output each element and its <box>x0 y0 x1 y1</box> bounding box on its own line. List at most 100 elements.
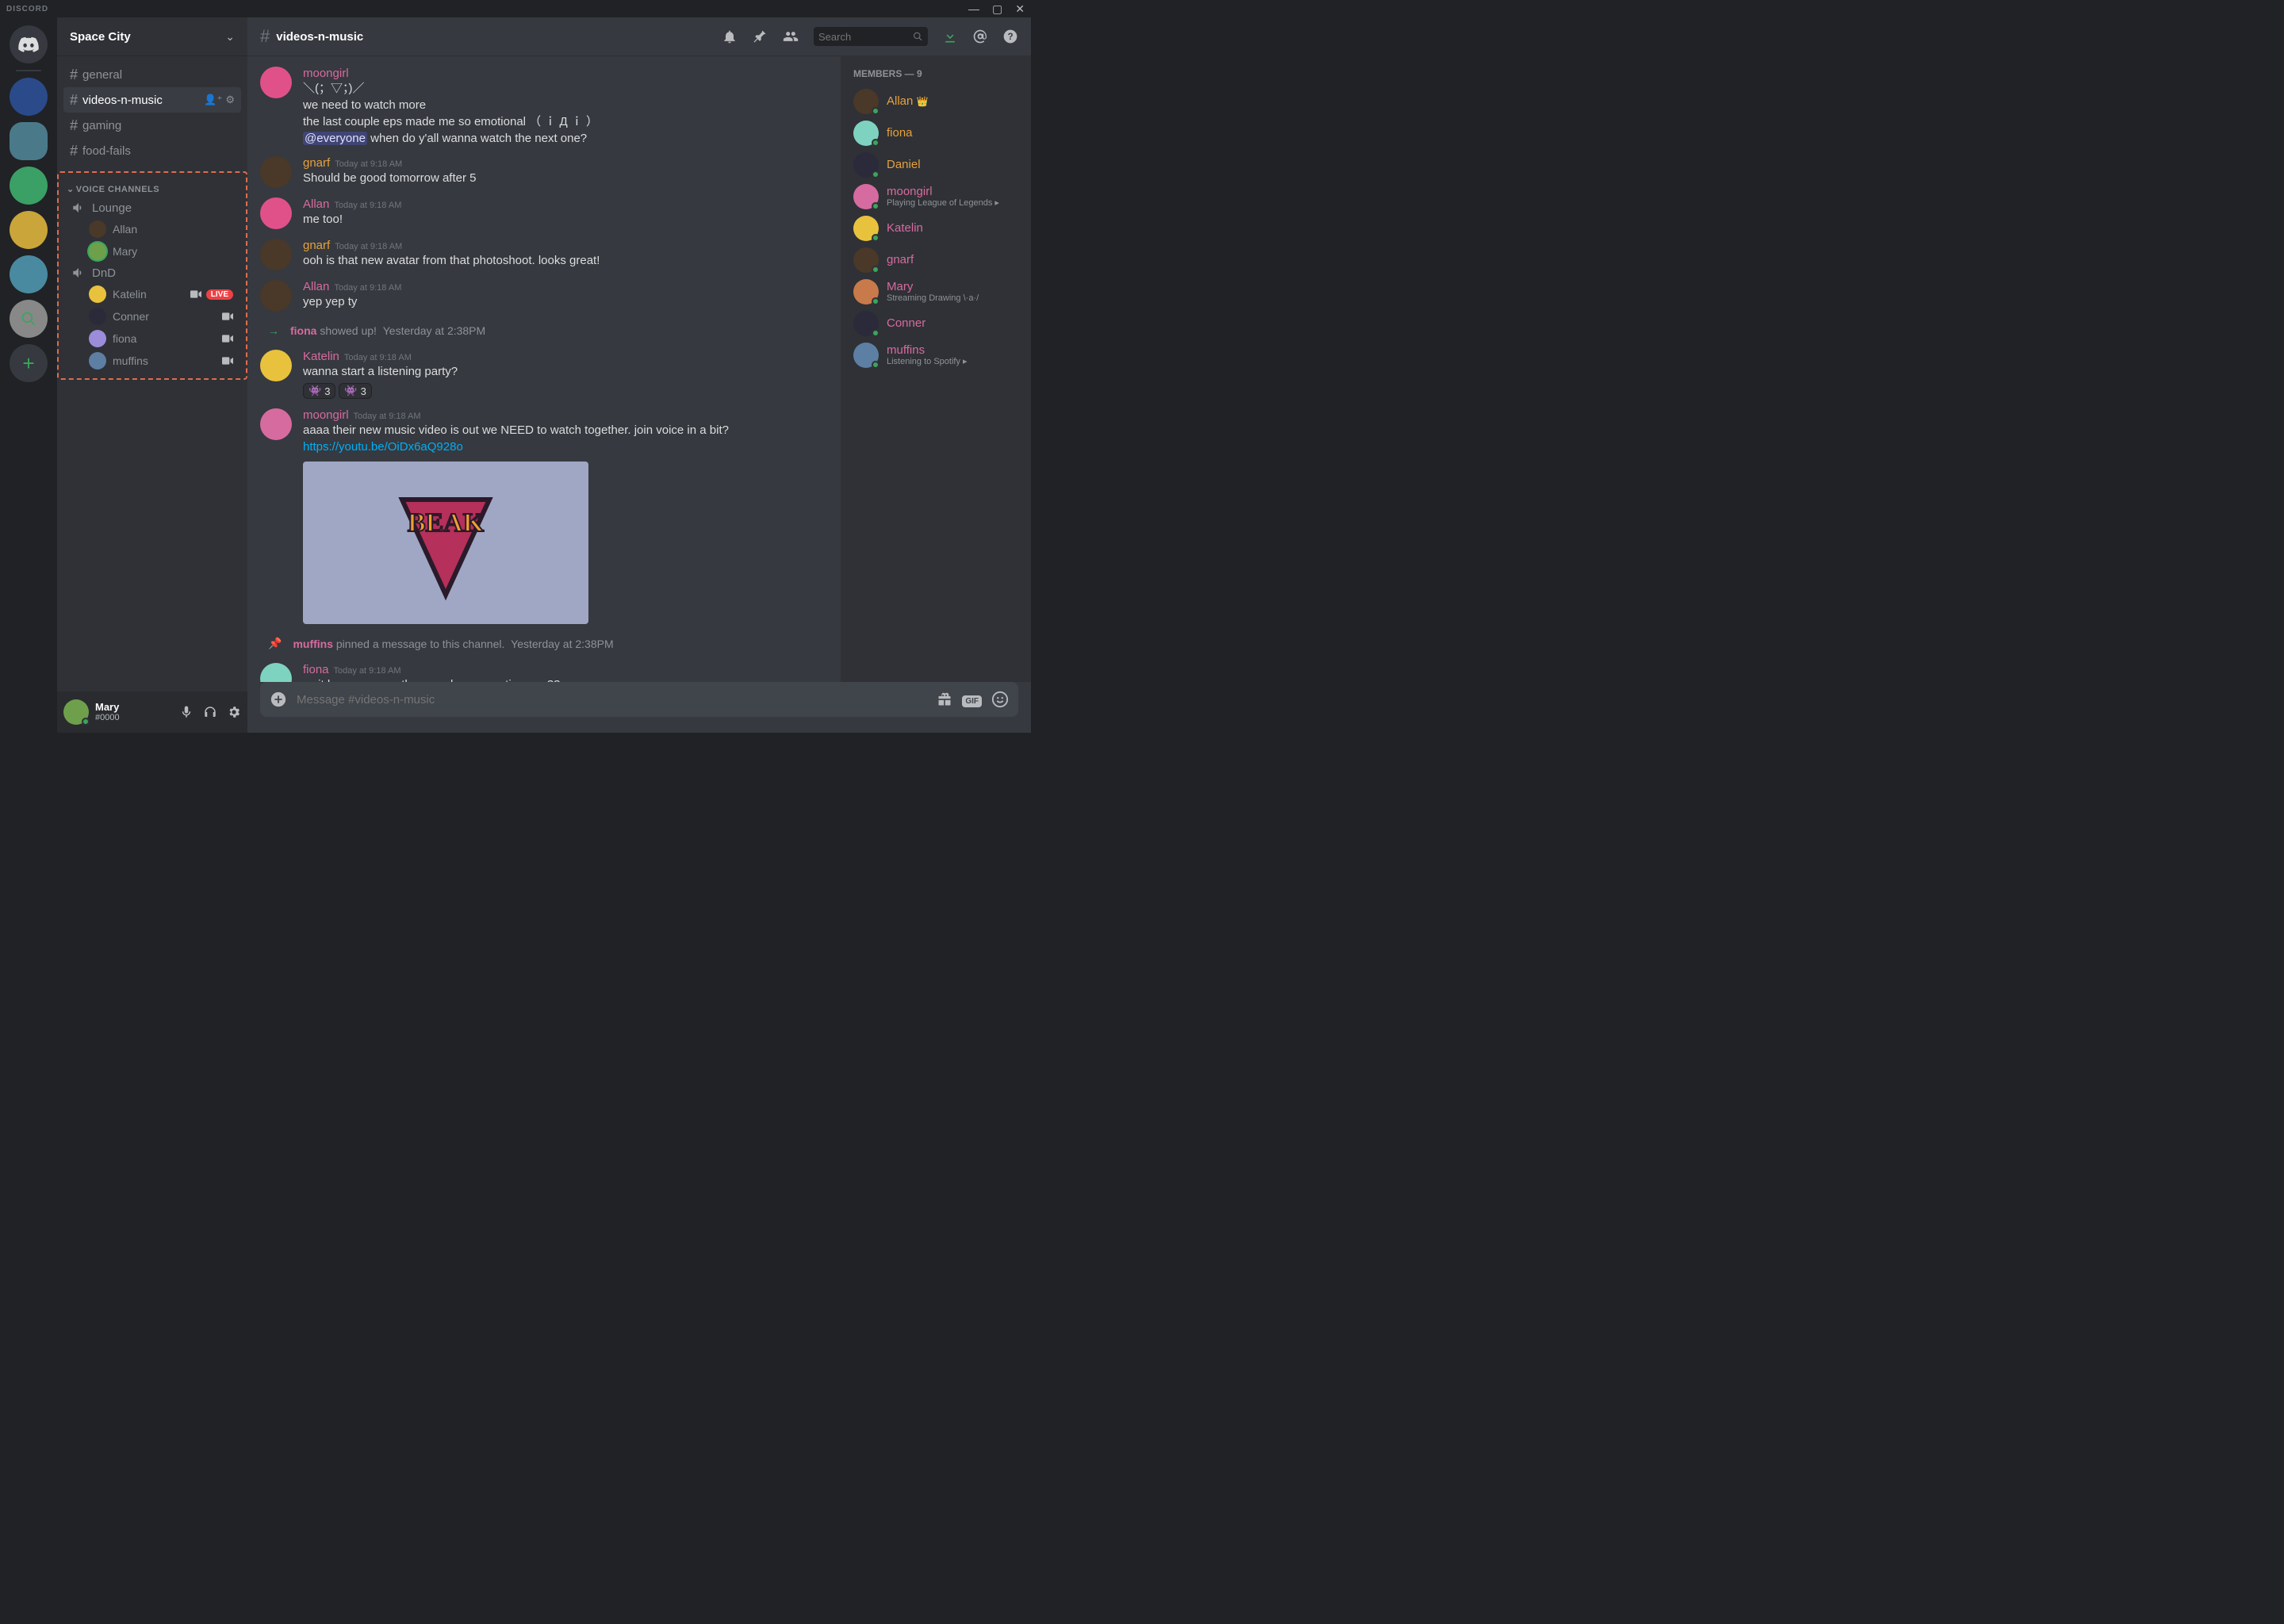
gift-button[interactable] <box>937 691 952 707</box>
voice-user[interactable]: fiona <box>65 327 240 350</box>
server-icon[interactable] <box>10 122 48 160</box>
member-row[interactable]: Katelin <box>847 213 1025 244</box>
member-row[interactable]: Allan 👑 <box>847 86 1025 117</box>
channel-sidebar: Space City ⌄ #general#videos-n-music👤⁺⚙#… <box>57 17 247 733</box>
avatar[interactable] <box>260 239 292 270</box>
message-author[interactable]: gnarf <box>303 156 330 170</box>
user-panel: Mary #0000 <box>57 691 247 733</box>
member-row[interactable]: Conner <box>847 308 1025 339</box>
message-list[interactable]: moongirl＼(；▽；)／we need to watch morethe … <box>247 56 841 682</box>
member-name: Conner <box>887 316 925 330</box>
mention[interactable]: @everyone <box>303 132 367 145</box>
member-row[interactable]: muffinsListening to Spotify ▸ <box>847 339 1025 371</box>
inbox-button[interactable] <box>942 29 958 44</box>
message-timestamp: Today at 9:18 AM <box>334 283 401 293</box>
voice-user[interactable]: Conner <box>65 305 240 327</box>
server-name: Space City <box>70 30 131 44</box>
mute-button[interactable] <box>179 705 194 719</box>
avatar[interactable] <box>260 67 292 98</box>
add-server-button[interactable]: + <box>10 344 48 382</box>
member-row[interactable]: fiona <box>847 117 1025 149</box>
message-author[interactable]: gnarf <box>303 239 330 252</box>
smile-icon <box>991 691 1009 708</box>
voice-category-header[interactable]: ⌄ VOICE CHANNELS <box>65 179 240 197</box>
member-row[interactable]: MaryStreaming Drawing \·a·/ <box>847 276 1025 308</box>
notifications-button[interactable] <box>722 29 738 44</box>
voice-user[interactable]: Mary <box>65 240 240 262</box>
download-icon <box>942 29 958 44</box>
avatar <box>89 352 106 370</box>
text-channel-food-fails[interactable]: #food-fails <box>63 138 241 163</box>
link[interactable]: https://youtu.be/OiDx6aQ928o <box>303 440 463 454</box>
server-icon[interactable] <box>10 78 48 116</box>
reaction[interactable]: 👾3 <box>339 383 371 399</box>
settings-button[interactable] <box>227 705 241 719</box>
message-input[interactable] <box>297 693 927 707</box>
help-button[interactable]: ? <box>1002 29 1018 44</box>
avatar[interactable] <box>260 350 292 381</box>
text-channel-general[interactable]: #general <box>63 62 241 87</box>
text-channel-gaming[interactable]: #gaming <box>63 113 241 138</box>
gear-icon[interactable]: ⚙ <box>225 94 235 106</box>
voice-channel-lounge[interactable]: Lounge <box>65 197 240 218</box>
gif-button[interactable]: GIF <box>962 693 982 706</box>
server-icon[interactable] <box>10 211 48 249</box>
message-author[interactable]: Allan <box>303 197 329 211</box>
invite-icon[interactable]: 👤⁺ <box>204 94 222 106</box>
home-button[interactable] <box>10 25 48 63</box>
message[interactable]: AllanToday at 9:18 AMme too! <box>260 193 828 234</box>
search-box[interactable] <box>814 27 928 46</box>
text-channel-videos-n-music[interactable]: #videos-n-music👤⁺⚙ <box>63 87 241 113</box>
member-list-button[interactable] <box>782 29 799 44</box>
voice-channel-dnd[interactable]: DnD <box>65 262 240 283</box>
member-row[interactable]: gnarf <box>847 244 1025 276</box>
video-embed[interactable]: BEAK <box>303 462 588 624</box>
message[interactable]: moongirl＼(；▽；)／we need to watch morethe … <box>260 62 828 151</box>
minimize-button[interactable]: — <box>968 2 979 16</box>
avatar[interactable] <box>260 197 292 229</box>
attach-button[interactable] <box>270 691 287 708</box>
self-info[interactable]: Mary #0000 <box>95 702 120 722</box>
server-header[interactable]: Space City ⌄ <box>57 17 247 56</box>
avatar[interactable] <box>260 663 292 682</box>
message-author[interactable]: fiona <box>303 663 329 676</box>
server-icon[interactable] <box>10 255 48 293</box>
emoji-button[interactable] <box>991 691 1009 708</box>
avatar <box>853 184 879 209</box>
search-input[interactable] <box>818 31 913 43</box>
maximize-button[interactable]: ▢ <box>992 2 1002 16</box>
avatar <box>853 216 879 241</box>
member-row[interactable]: Daniel <box>847 149 1025 181</box>
avatar[interactable] <box>260 156 292 188</box>
message[interactable]: fionaToday at 9:18 AMwait have you see t… <box>260 658 828 682</box>
voice-user[interactable]: KatelinLIVE <box>65 283 240 305</box>
mentions-button[interactable] <box>972 29 988 44</box>
avatar[interactable] <box>260 280 292 312</box>
member-name: Mary <box>887 280 979 293</box>
message-author[interactable]: Katelin <box>303 350 339 363</box>
message-author[interactable]: moongirl <box>303 408 349 422</box>
member-row[interactable]: moongirlPlaying League of Legends ▸ <box>847 181 1025 213</box>
avatar <box>89 243 106 260</box>
message[interactable]: KatelinToday at 9:18 AMwanna start a lis… <box>260 345 828 404</box>
close-button[interactable]: ✕ <box>1015 2 1025 16</box>
voice-user[interactable]: muffins <box>65 350 240 372</box>
message[interactable]: AllanToday at 9:18 AMyep yep ty <box>260 275 828 316</box>
avatar[interactable] <box>260 408 292 440</box>
self-avatar[interactable] <box>63 699 89 725</box>
reaction-count: 3 <box>324 385 330 397</box>
message-author[interactable]: Allan <box>303 280 329 293</box>
message-text: ooh is that new avatar from that photosh… <box>303 252 828 269</box>
voice-user[interactable]: Allan <box>65 218 240 240</box>
message[interactable]: moongirlToday at 9:18 AMaaaa their new m… <box>260 404 828 629</box>
message-author[interactable]: moongirl <box>303 67 349 80</box>
pin-icon: 📌 <box>268 637 282 650</box>
explore-button[interactable] <box>10 300 48 338</box>
pinned-messages-button[interactable] <box>752 29 768 44</box>
message[interactable]: gnarfToday at 9:18 AMooh is that new ava… <box>260 234 828 275</box>
reaction[interactable]: 👾3 <box>303 383 335 399</box>
server-icon[interactable] <box>10 167 48 205</box>
message-composer[interactable]: GIF <box>260 682 1018 717</box>
message[interactable]: gnarfToday at 9:18 AMShould be good tomo… <box>260 151 828 193</box>
deafen-button[interactable] <box>203 705 217 719</box>
